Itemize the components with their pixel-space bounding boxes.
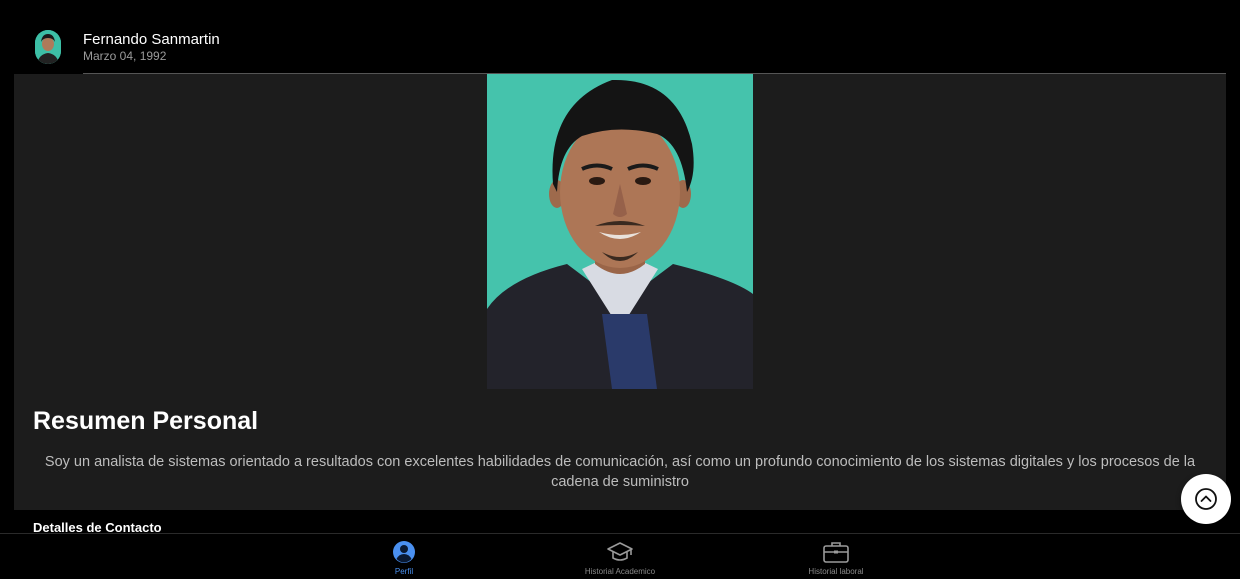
profile-header: Fernando Sanmartin Marzo 04, 1992 [0, 0, 1240, 74]
contact-title: Detalles de Contacto [33, 520, 162, 534]
bottom-nav: Perfil Historial Academico Historial lab… [0, 533, 1240, 579]
summary-text: Soy un analista de sistemas orientado a … [44, 454, 1196, 490]
profile-card: Resumen Personal Soy un analista de sist… [14, 74, 1226, 510]
summary-title: Resumen Personal [33, 407, 259, 435]
nav-label-historial-laboral: Historial laboral [808, 567, 864, 576]
user-circle-icon [393, 541, 415, 563]
nav-label-perfil: Perfil [394, 567, 414, 576]
graduation-cap-icon [607, 542, 633, 561]
avatar[interactable] [35, 30, 61, 64]
briefcase-icon [823, 542, 849, 563]
nav-item-perfil[interactable]: Perfil [374, 534, 434, 579]
scroll-top-button[interactable] [1181, 474, 1231, 524]
profile-name: Fernando Sanmartin [83, 31, 220, 48]
profile-page: Fernando Sanmartin Marzo 04, 1992 Resume… [0, 0, 1240, 579]
profile-birthdate: Marzo 04, 1992 [83, 49, 167, 63]
profile-photo [487, 74, 753, 389]
chevron-up-circle-icon [1195, 488, 1217, 510]
nav-item-historial-laboral[interactable]: Historial laboral [786, 534, 886, 579]
nav-item-historial-academico[interactable]: Historial Academico [560, 534, 680, 579]
nav-label-historial-academico: Historial Academico [584, 567, 656, 576]
